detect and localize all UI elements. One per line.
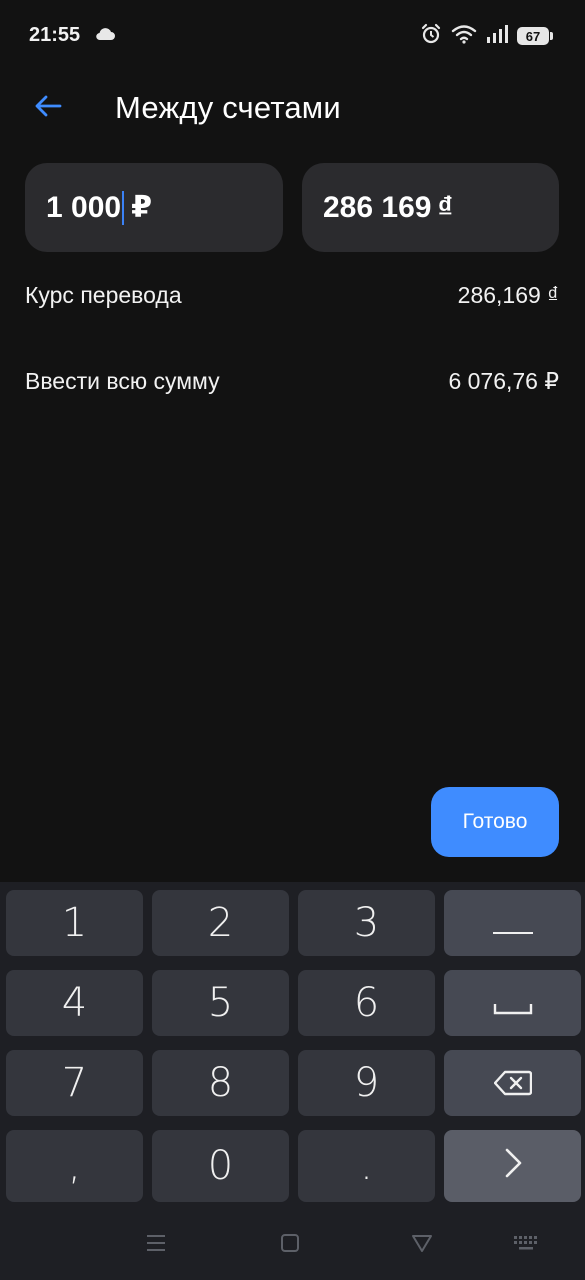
key-5[interactable]: 5 xyxy=(152,970,289,1036)
wifi-icon xyxy=(451,24,477,49)
system-nav-bar xyxy=(0,1210,585,1280)
status-icons: 67 xyxy=(420,22,553,50)
key-next[interactable] xyxy=(444,1130,581,1202)
back-nav-button[interactable] xyxy=(409,1232,435,1258)
enter-full-amount-label: Ввести всю сумму xyxy=(25,368,220,394)
back-button[interactable] xyxy=(26,86,70,130)
square-icon xyxy=(280,1233,300,1258)
key-0[interactable]: 0 xyxy=(152,1130,289,1202)
minus-icon xyxy=(492,900,533,946)
to-amount-value: 286 169 xyxy=(323,190,432,224)
key-1[interactable]: 1 xyxy=(6,890,143,956)
exchange-rate-value: 286,169 ₫ xyxy=(457,282,559,308)
page-title: Между счетами xyxy=(115,90,341,125)
to-currency: ₫ xyxy=(437,190,453,224)
exchange-rate-label: Курс перевода xyxy=(25,282,182,308)
status-time: 21:55 xyxy=(29,24,81,46)
key-comma[interactable]: , xyxy=(6,1130,143,1202)
triangle-down-icon xyxy=(411,1233,433,1258)
key-3[interactable]: 3 xyxy=(298,890,435,956)
menu-nav-button[interactable] xyxy=(143,1232,169,1258)
battery-icon: 67 xyxy=(517,27,553,45)
key-backspace[interactable] xyxy=(444,1050,581,1116)
home-nav-button[interactable] xyxy=(277,1232,303,1258)
key-9[interactable]: 9 xyxy=(298,1050,435,1116)
menu-icon xyxy=(145,1233,167,1258)
to-amount-field[interactable]: 286 169 ₫ xyxy=(302,163,559,252)
text-cursor xyxy=(122,190,125,225)
status-bar: 21:55 67 xyxy=(0,0,585,72)
key-7[interactable]: 7 xyxy=(6,1050,143,1116)
key-minus[interactable] xyxy=(444,890,581,956)
space-icon xyxy=(493,980,533,1026)
key-period[interactable]: . xyxy=(298,1130,435,1202)
chevron-right-icon xyxy=(503,1143,523,1189)
alarm-icon xyxy=(420,23,442,50)
key-2[interactable]: 2 xyxy=(152,890,289,956)
key-8[interactable]: 8 xyxy=(152,1050,289,1116)
key-6[interactable]: 6 xyxy=(298,970,435,1036)
enter-full-amount-row[interactable]: Ввести всю сумму 6 076,76 ₽ xyxy=(25,368,559,395)
from-amount-field[interactable]: 1 000 ₽ xyxy=(25,163,283,252)
signal-icon xyxy=(486,24,508,49)
exchange-rate-row: Курс перевода 286,169 ₫ xyxy=(25,282,559,309)
keyboard-icon xyxy=(513,1234,539,1257)
keyboard-nav-button[interactable] xyxy=(513,1232,539,1258)
key-4[interactable]: 4 xyxy=(6,970,143,1036)
key-space[interactable] xyxy=(444,970,581,1036)
done-button[interactable]: Готово xyxy=(431,787,559,857)
available-balance-value: 6 076,76 ₽ xyxy=(448,368,559,394)
from-amount-value: 1 000 xyxy=(46,190,122,224)
backspace-icon xyxy=(493,1060,532,1106)
from-currency: ₽ xyxy=(131,191,152,224)
arrow-left-icon xyxy=(34,94,62,123)
cloud-icon xyxy=(94,26,116,42)
